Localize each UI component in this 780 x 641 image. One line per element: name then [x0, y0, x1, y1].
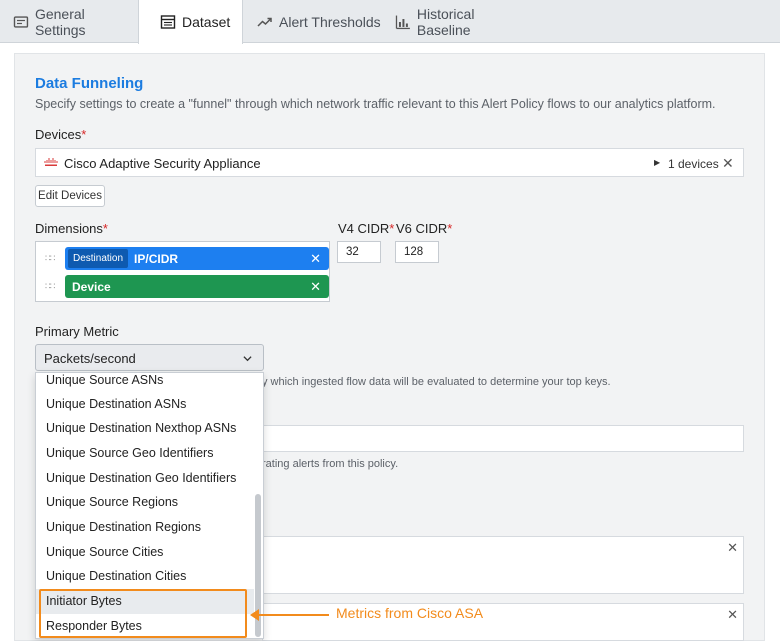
bar-chart-icon: [395, 15, 410, 29]
tab-label: Historical Baseline: [416, 5, 475, 38]
clear-devices-icon[interactable]: ✕: [722, 155, 734, 172]
dimensions-label-text: Dimensions: [35, 221, 103, 236]
v4-cidr-input[interactable]: 32: [337, 241, 381, 263]
tab-dataset[interactable]: Dataset: [138, 0, 243, 44]
metric-option[interactable]: Unique Destination Geo Identifiers: [36, 466, 254, 491]
settings-card-icon: [13, 15, 29, 28]
required-mark: *: [447, 221, 453, 236]
annotation-arrow-line: [257, 614, 329, 616]
close-icon[interactable]: ✕: [727, 607, 738, 623]
annotation-highlight-box: [39, 589, 247, 638]
drag-handle-icon[interactable]: ∷∷: [45, 281, 56, 292]
close-icon[interactable]: ✕: [727, 540, 738, 556]
device-name: Cisco Adaptive Security Appliance: [64, 156, 261, 171]
chevron-down-icon: [243, 356, 252, 362]
primary-metric-helper: y which ingested flow data will be evalu…: [262, 376, 611, 388]
v6-cidr-label: V6 CIDR*: [396, 221, 452, 236]
tab-label: Dataset: [182, 14, 231, 30]
metric-option[interactable]: Unique Source Regions: [36, 490, 254, 515]
remove-dimension-icon[interactable]: ✕: [310, 279, 321, 295]
dimension-tag: Destination: [68, 249, 129, 268]
section-title: Data Funneling: [35, 75, 144, 92]
v6-cidr-input[interactable]: 128: [395, 241, 439, 263]
selected-metric: Packets/second: [44, 351, 136, 366]
devices-label: Devices*: [35, 127, 86, 142]
tab-alert-thresholds[interactable]: Alert Thresholds: [243, 0, 381, 43]
background-helper: rating alerts from this policy.: [262, 458, 399, 470]
tab-bar: General Settings Dataset Alert Threshold…: [0, 0, 780, 44]
primary-metric-select[interactable]: Packets/second: [35, 344, 264, 371]
section-description: Specify settings to create a "funnel" th…: [35, 97, 716, 111]
metric-option[interactable]: Unique Destination Nexthop ASNs: [36, 416, 254, 441]
background-input[interactable]: [262, 425, 744, 452]
dimension-label: Device: [72, 279, 111, 294]
expand-caret-icon[interactable]: ▶: [654, 158, 660, 167]
drag-handle-icon[interactable]: ∷∷: [45, 253, 56, 264]
tab-label: General Settings: [34, 5, 86, 38]
metric-option[interactable]: Unique Source Geo Identifiers: [36, 441, 254, 466]
required-mark: *: [81, 127, 87, 142]
metric-option[interactable]: Unique Source Cities: [36, 540, 254, 565]
dimensions-label: Dimensions*: [35, 221, 108, 236]
background-box-2: ✕: [262, 603, 744, 641]
metric-option[interactable]: Unique Source ASNs: [36, 373, 254, 393]
tab-historical-baseline[interactable]: Historical Baseline: [381, 0, 531, 43]
primary-metric-label: Primary Metric: [35, 324, 119, 339]
metric-option[interactable]: Unique Destination Regions: [36, 515, 254, 540]
dimensions-field: ∷∷ Destination IP/CIDR ✕ ∷∷ Device ✕: [35, 241, 330, 302]
dimension-chip-ip-cidr[interactable]: Destination IP/CIDR ✕: [65, 247, 329, 270]
tab-label: Alert Thresholds: [279, 13, 381, 30]
devices-field[interactable]: Cisco Adaptive Security Appliance ▶ 1 de…: [35, 148, 744, 177]
metric-option[interactable]: Unique Destination ASNs: [36, 392, 254, 417]
remove-dimension-icon[interactable]: ✕: [310, 251, 321, 267]
edit-devices-button[interactable]: Edit Devices: [35, 185, 105, 207]
metric-option[interactable]: Unique Destination Cities: [36, 564, 254, 589]
devices-label-text: Devices: [35, 127, 82, 142]
v6-cidr-label-text: V6 CIDR: [396, 221, 448, 236]
cisco-logo-icon: [44, 158, 58, 166]
tab-general-settings[interactable]: General Settings: [0, 0, 139, 43]
device-count: 1 devices: [668, 157, 719, 171]
v4-cidr-label-text: V4 CIDR: [338, 221, 390, 236]
table-icon: [160, 15, 176, 29]
v4-cidr-label: V4 CIDR*: [338, 221, 394, 236]
required-mark: *: [389, 221, 395, 236]
annotation-text: Metrics from Cisco ASA: [336, 605, 484, 621]
dimension-label: IP/CIDR: [134, 251, 179, 266]
required-mark: *: [102, 221, 108, 236]
background-box-1: ✕: [262, 536, 744, 594]
dimension-chip-device[interactable]: Device ✕: [65, 275, 329, 298]
trend-up-icon: [257, 17, 272, 27]
